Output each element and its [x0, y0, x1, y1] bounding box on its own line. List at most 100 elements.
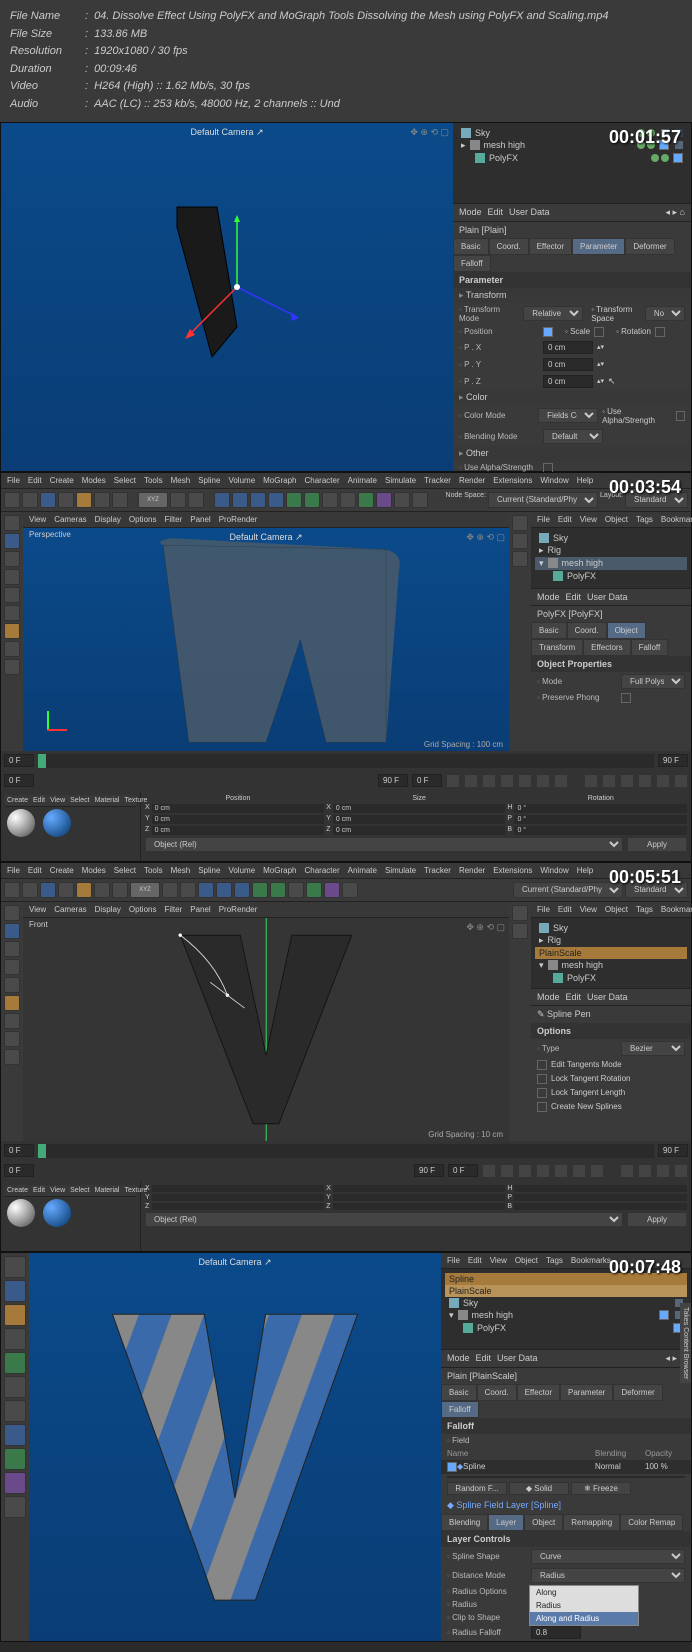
dropdown-option-radius[interactable]: Radius: [530, 1599, 638, 1612]
color-mode-select[interactable]: Fields Color: [538, 408, 598, 423]
mid-toolbar[interactable]: [509, 512, 531, 751]
menu-tracker[interactable]: Tracker: [424, 866, 451, 875]
alpha-checkbox[interactable]: [676, 411, 686, 421]
obj-polyfx[interactable]: PolyFX: [535, 570, 687, 582]
distance-mode-select[interactable]: Radius: [531, 1568, 685, 1583]
timeline-start[interactable]: [4, 754, 34, 767]
menu-tags[interactable]: Tags: [546, 1256, 563, 1265]
menu-options[interactable]: Options: [129, 515, 157, 524]
object-manager[interactable]: Spline PlainScale Sky ▾ mesh high PolyFX: [441, 1269, 691, 1349]
rotation-checkbox[interactable]: [655, 327, 665, 337]
obj-polyfx[interactable]: PolyFX: [457, 152, 687, 164]
menu-prorender[interactable]: ProRender: [219, 905, 258, 914]
obj-polyfx[interactable]: PolyFX: [535, 972, 687, 984]
menu-spline[interactable]: Spline: [198, 866, 220, 875]
menu-panel[interactable]: Panel: [190, 515, 210, 524]
menu-help[interactable]: Help: [577, 476, 593, 485]
obj-plainscale[interactable]: PlainScale: [445, 1285, 687, 1297]
edit-tangents-checkbox[interactable]: [537, 1060, 547, 1070]
menu-prorender[interactable]: ProRender: [219, 515, 258, 524]
layer-tabs[interactable]: Blending Layer Object Remapping Color Re…: [441, 1514, 691, 1531]
menu-volume[interactable]: Volume: [228, 866, 255, 875]
lock-length-checkbox[interactable]: [537, 1088, 547, 1098]
timeline[interactable]: [1, 751, 691, 771]
menu-file[interactable]: File: [537, 905, 550, 914]
phong-checkbox[interactable]: [621, 693, 631, 703]
obj-rig[interactable]: ▸ Rig: [535, 544, 687, 557]
tab-effector[interactable]: Effector: [529, 238, 572, 255]
render-setting-select[interactable]: Current (Standard/Physica: [513, 882, 623, 898]
attr-tabs[interactable]: Basic Coord. Object Transform Effectors …: [531, 622, 691, 656]
main-menubar[interactable]: FileEditCreateModesSelectToolsMeshSpline…: [1, 473, 691, 489]
tab-coord[interactable]: Coord.: [489, 238, 529, 255]
menu-extensions[interactable]: Extensions: [493, 866, 532, 875]
transform-mode-select[interactable]: Relative: [523, 306, 583, 321]
viewport-menubar[interactable]: ViewCamerasDisplayOptionsFilterPanelProR…: [23, 512, 509, 528]
menu-create[interactable]: Create: [50, 866, 74, 875]
menu-simulate[interactable]: Simulate: [385, 476, 416, 485]
menu-volume[interactable]: Volume: [228, 476, 255, 485]
attr-tabs[interactable]: Basic Coord. Effector Parameter Deformer…: [441, 1384, 691, 1418]
position-checkbox[interactable]: [543, 327, 553, 337]
viewport-menubar[interactable]: ViewCamerasDisplayOptionsFilterPanelProR…: [23, 902, 509, 918]
field-row-spline[interactable]: ◆ SplineNormal100 %: [441, 1460, 691, 1474]
menu-tags[interactable]: Tags: [636, 905, 653, 914]
obj-sky[interactable]: Sky: [535, 922, 687, 934]
attr-menubar[interactable]: ModeEditUser Data◂ ▸ ⌂: [441, 1349, 691, 1368]
obj-plainscale[interactable]: PlainScale: [535, 947, 687, 959]
playback-controls[interactable]: [1, 1161, 691, 1181]
menu-select[interactable]: Select: [70, 797, 89, 804]
menu-create[interactable]: Create: [7, 1187, 28, 1194]
radius-options-dropdown[interactable]: Along Radius Along and Radius: [529, 1585, 639, 1626]
menu-edit[interactable]: Edit: [28, 476, 42, 485]
px-input[interactable]: [543, 341, 593, 354]
play-button[interactable]: [500, 774, 514, 788]
menu-mograph[interactable]: MoGraph: [263, 476, 296, 485]
dropdown-option-along[interactable]: Along: [530, 1586, 638, 1599]
spline-shape-select[interactable]: Curve: [531, 1549, 685, 1564]
menu-extensions[interactable]: Extensions: [493, 476, 532, 485]
menu-display[interactable]: Display: [95, 515, 121, 524]
menu-character[interactable]: Character: [305, 476, 340, 485]
obj-sky[interactable]: Sky: [445, 1297, 687, 1309]
material-ball[interactable]: [7, 809, 35, 837]
prev-frame-button[interactable]: [482, 774, 496, 788]
material-ball[interactable]: [43, 1199, 71, 1227]
transform-space-select[interactable]: Node: [645, 306, 685, 321]
menu-tools[interactable]: Tools: [144, 866, 163, 875]
menu-filter[interactable]: Filter: [164, 905, 182, 914]
mid-toolbar[interactable]: [509, 902, 531, 1141]
menu-select[interactable]: Select: [114, 866, 136, 875]
obj-mesh[interactable]: ▾ mesh high: [535, 557, 687, 570]
mode-select[interactable]: Full Polys/Segments: [621, 674, 685, 689]
dropdown-option-along-radius[interactable]: Along and Radius: [530, 1612, 638, 1625]
menu-simulate[interactable]: Simulate: [385, 866, 416, 875]
menu-material[interactable]: Material: [95, 797, 120, 804]
apply-button[interactable]: Apply: [627, 837, 687, 852]
next-frame-button[interactable]: [518, 774, 532, 788]
menu-mograph[interactable]: MoGraph: [263, 866, 296, 875]
material-ball[interactable]: [43, 809, 71, 837]
viewport-nav-icons[interactable]: ✥ ⊕ ⟲ ▢: [410, 127, 449, 138]
obj-mesh[interactable]: ▾ mesh high: [535, 959, 687, 972]
menu-tags[interactable]: Tags: [636, 515, 653, 524]
last-frame-button[interactable]: [554, 774, 568, 788]
pz-input[interactable]: [543, 375, 593, 388]
menu-bookmarks[interactable]: Bookmarks: [661, 515, 692, 524]
coord-manager[interactable]: PositionSizeRotation X0 cmX0 cmH0 ° Y0 c…: [141, 791, 691, 861]
menu-object[interactable]: Object: [605, 905, 628, 914]
menu-view[interactable]: View: [580, 515, 597, 524]
menu-render[interactable]: Render: [459, 476, 485, 485]
apply-button[interactable]: Apply: [627, 1212, 687, 1227]
menu-window[interactable]: Window: [540, 476, 568, 485]
main-toolbar[interactable]: XYZ Node Space:Current (Standard/Physica…: [1, 489, 691, 512]
py-input[interactable]: [543, 358, 593, 371]
menu-bookmarks[interactable]: Bookmarks: [571, 1256, 611, 1265]
menu-view[interactable]: View: [29, 905, 46, 914]
radius-falloff-input[interactable]: [531, 1626, 581, 1639]
coord-manager[interactable]: XXH YYP ZZB Object (Rel)Apply: [141, 1181, 691, 1251]
menu-material[interactable]: Material: [95, 1187, 120, 1194]
sub-transform[interactable]: Transform: [453, 288, 691, 303]
menu-animate[interactable]: Animate: [348, 866, 377, 875]
obj-polyfx[interactable]: PolyFX: [445, 1322, 687, 1334]
